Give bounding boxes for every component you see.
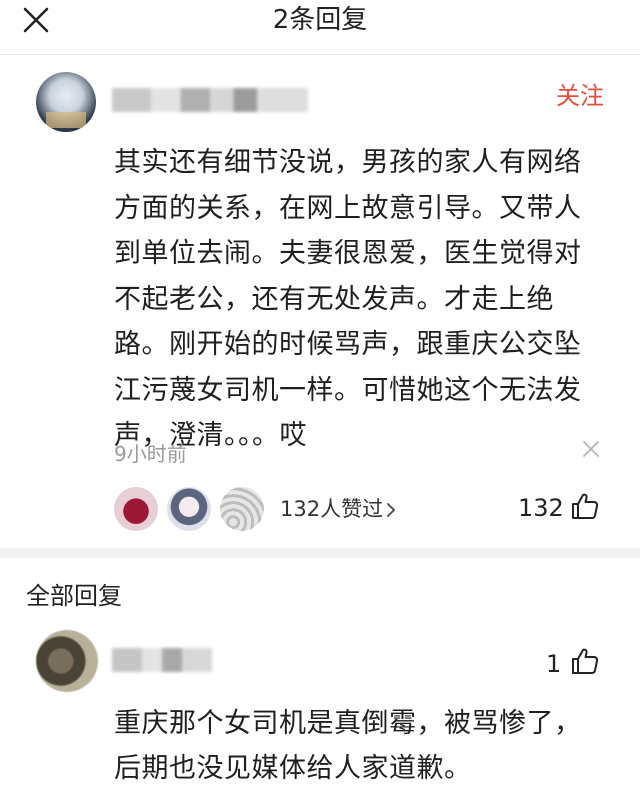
comment-line: 到单位去闹。夫妻很恩爱，医生觉得对 [114, 238, 582, 269]
page-title: 2条回复 [272, 5, 368, 35]
section-separator [0, 548, 640, 558]
reply-text: 重庆那个女司机是真倒霉，被骂惨了， 后期也没见媒体给人家道歉。 [114, 701, 614, 791]
liker-avatar[interactable] [220, 487, 264, 531]
comment-line: 方面的关系，在网上故意引导。又带人 [114, 192, 582, 224]
username-blurred[interactable] [112, 648, 212, 672]
top-bar: 2条回复 [0, 0, 640, 52]
replies-section-title: 全部回复 [26, 582, 122, 610]
reply-line: 重庆那个女司机是真倒霉，被骂惨了， [114, 708, 582, 739]
thumbs-up-icon[interactable] [570, 646, 600, 676]
comment-line: 不起老公，还有无处发声。才走上绝 [114, 283, 554, 315]
comment-line: 声，澄清。。。哎 [114, 420, 307, 451]
avatar[interactable] [36, 630, 98, 692]
username-blurred[interactable] [112, 88, 308, 112]
like-count: 1 [546, 650, 562, 678]
timestamp: 9小时前 [114, 442, 187, 466]
comment-line: 江污蔑女司机一样。可惜她这个无法发 [114, 374, 582, 406]
thumbs-up-icon[interactable] [570, 491, 600, 521]
close-icon[interactable] [582, 440, 600, 458]
comment-text: 其实还有细节没说，男孩的家人有网络 方面的关系，在网上故意引导。又带人 到单位去… [114, 140, 614, 459]
likers-link[interactable]: 132人赞过 [280, 495, 383, 523]
comment-line: 路。刚开始的时候骂声，跟重庆公交坠 [114, 329, 582, 360]
follow-button[interactable]: 关注 [556, 80, 604, 112]
header-divider [0, 54, 640, 55]
liker-avatar[interactable] [114, 487, 158, 531]
like-count: 132 [518, 494, 564, 522]
reply-line: 后期也没见媒体给人家道歉。 [114, 753, 472, 784]
chevron-right-icon[interactable] [386, 503, 396, 517]
liker-avatar[interactable] [167, 487, 211, 531]
comment-line: 其实还有细节没说，男孩的家人有网络 [114, 147, 582, 178]
avatar[interactable] [36, 72, 96, 132]
